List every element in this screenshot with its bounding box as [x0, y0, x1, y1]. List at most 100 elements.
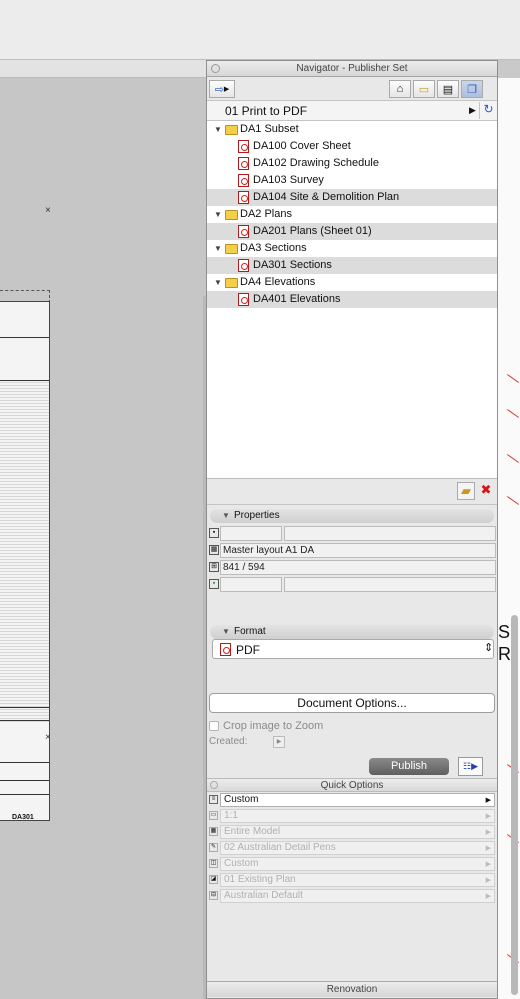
disclosure-triangle-icon[interactable]: ▼ — [222, 625, 230, 639]
layout-id-icon: ▪ — [209, 528, 219, 538]
right-scrollbar[interactable] — [511, 615, 518, 995]
tree-item-label: DA401 Elevations — [253, 293, 341, 305]
property-row: ▪ — [207, 576, 497, 593]
publisher-sets-button[interactable]: ❐ — [461, 80, 483, 98]
disclosure-triangle-icon[interactable]: ▼ — [214, 206, 222, 223]
quick-option-value: 1:1 — [224, 810, 238, 821]
red-line — [506, 374, 520, 383]
publish-options-button[interactable]: ☷▶ — [458, 757, 483, 776]
sheet-rule — [0, 380, 49, 381]
quick-option-field[interactable]: 1:1 ▶ — [220, 809, 495, 823]
disclosure-triangle-icon[interactable]: ▼ — [222, 509, 230, 523]
tree-row[interactable]: DA301 Sections — [207, 257, 497, 274]
tree-item-label: DA3 Sections — [240, 242, 307, 254]
drawing-canvas[interactable]: DA301 × × — [0, 78, 206, 999]
tree-row[interactable]: ▼ DA4 Elevations — [207, 274, 497, 291]
arrow-right-icon: ▶ — [485, 829, 491, 836]
tree-row[interactable]: ▼ DA2 Plans — [207, 206, 497, 223]
layout-book-button[interactable]: ▤ — [437, 80, 459, 98]
scale-icon: ▭ — [209, 811, 218, 820]
quick-option-field[interactable]: 01 Existing Plan ▶ — [220, 873, 495, 887]
sheet-rule — [0, 762, 49, 763]
tree-row[interactable]: DA401 Elevations — [207, 291, 497, 308]
layout-icon: ▤ — [442, 83, 454, 96]
layout-sheet[interactable]: DA301 — [0, 290, 50, 821]
quick-option-pen-set[interactable]: ✎ 02 Australian Detail Pens ▶ — [207, 841, 497, 855]
close-icon[interactable] — [211, 64, 220, 73]
tree-row[interactable]: DA104 Site & Demolition Plan — [207, 189, 497, 206]
created-label: Created: — [209, 736, 248, 747]
quick-option-scale[interactable]: ▭ 1:1 ▶ — [207, 809, 497, 823]
pdf-icon — [238, 174, 249, 187]
quick-option-value: Custom — [224, 858, 259, 869]
view-switch-button[interactable]: ⇨ ▶ — [209, 80, 235, 98]
master-layout-icon: ▦ — [209, 545, 219, 555]
quick-option-layer-combination[interactable]: ≡ Custom ▶ — [207, 793, 497, 807]
disclosure-triangle-icon[interactable]: ▼ — [214, 121, 222, 138]
quick-option-field[interactable]: Australian Default ▶ — [220, 889, 495, 903]
quick-option-structure[interactable]: ▦ Entire Model ▶ — [207, 825, 497, 839]
close-icon[interactable] — [210, 781, 218, 789]
disclosure-triangle-icon[interactable]: ▼ — [214, 274, 222, 291]
section-title: Properties — [234, 510, 280, 521]
corner-x-icon: × — [45, 732, 51, 743]
tree-item-label: DA201 Plans (Sheet 01) — [253, 225, 372, 237]
canvas-letter-r: R — [498, 644, 511, 664]
pdf-icon — [238, 293, 249, 306]
sheet-rule — [0, 780, 49, 781]
tree-row[interactable]: ▼ DA1 Subset — [207, 121, 497, 138]
tree-row[interactable]: DA201 Plans (Sheet 01) — [207, 223, 497, 240]
sheet-rule — [0, 720, 49, 721]
palette-title-bar[interactable]: Navigator - Publisher Set — [207, 61, 497, 77]
refresh-icon[interactable]: ↻ — [479, 102, 497, 119]
quick-option-renovation-filter[interactable]: ◪ 01 Existing Plan ▶ — [207, 873, 497, 887]
publisher-set-selector[interactable]: 01 Print to PDF ▶ ↻ — [207, 101, 497, 121]
quick-option-field[interactable]: Custom ▶ — [220, 857, 495, 871]
delete-button[interactable]: ✖ — [477, 482, 495, 500]
arrow-right-icon: ▶ — [485, 813, 491, 820]
crop-checkbox[interactable] — [209, 721, 219, 732]
project-map-button[interactable]: ⌂ — [389, 80, 411, 98]
quick-option-field[interactable]: Custom ▶ — [220, 793, 495, 807]
quick-option-value: Entire Model — [224, 826, 281, 837]
quick-options-header[interactable]: Quick Options — [207, 778, 497, 792]
quick-option-field[interactable]: 02 Australian Detail Pens ▶ — [220, 841, 495, 855]
quick-option-field[interactable]: Entire Model ▶ — [220, 825, 495, 839]
scale-field[interactable] — [220, 577, 282, 592]
publish-button[interactable]: Publish — [369, 758, 449, 775]
created-arrow-button[interactable]: ▶ — [273, 736, 285, 748]
view-map-button[interactable]: ▭ — [413, 80, 435, 98]
properties-section-header[interactable]: ▼ Properties — [210, 509, 494, 523]
red-line — [506, 409, 520, 418]
new-folder-icon: ▰ — [461, 483, 471, 498]
sheet-rule — [0, 707, 49, 708]
navigator-toolbar: ⇨ ▶ ⌂ ▭ ▤ ❐ — [207, 77, 497, 101]
format-select[interactable]: PDF ⇕ — [212, 639, 494, 659]
chevron-updown-icon: ⇕ — [484, 642, 494, 654]
id-field[interactable] — [220, 526, 282, 541]
quick-option-dimension[interactable]: ⊟ Australian Default ▶ — [207, 889, 497, 903]
publisher-tree[interactable]: ▼ DA1 Subset DA100 Cover Sheet DA102 Dra… — [207, 121, 497, 479]
folder-icon — [225, 125, 238, 135]
tree-row[interactable]: DA103 Survey — [207, 172, 497, 189]
app-top-bar — [0, 0, 520, 60]
name-field[interactable] — [284, 526, 496, 541]
tree-row[interactable]: DA100 Cover Sheet — [207, 138, 497, 155]
renovation-header[interactable]: Renovation — [207, 981, 497, 997]
quick-option-model-view[interactable]: ◫ Custom ▶ — [207, 857, 497, 871]
quick-option-value: 01 Existing Plan — [224, 874, 296, 885]
format-section-header[interactable]: ▼ Format — [210, 625, 494, 639]
disclosure-triangle-icon[interactable]: ▼ — [214, 240, 222, 257]
tree-row[interactable]: DA102 Drawing Schedule — [207, 155, 497, 172]
tree-row[interactable]: ▼ DA3 Sections — [207, 240, 497, 257]
new-folder-button[interactable]: ▰ — [457, 482, 475, 500]
house-icon: ⌂ — [396, 83, 404, 95]
master-layout-field[interactable]: Master layout A1 DA — [220, 543, 496, 558]
scale-detail-field[interactable] — [284, 577, 496, 592]
arrow-right-icon[interactable]: ▶ — [469, 105, 476, 116]
tree-item-label: DA100 Cover Sheet — [253, 140, 351, 152]
document-options-button[interactable]: Document Options... — [209, 693, 495, 713]
size-field[interactable]: 841 / 594 — [220, 560, 496, 575]
tree-actions-bar: ▰ ✖ — [207, 479, 497, 505]
crop-image-option[interactable]: Crop image to Zoom — [209, 720, 323, 734]
